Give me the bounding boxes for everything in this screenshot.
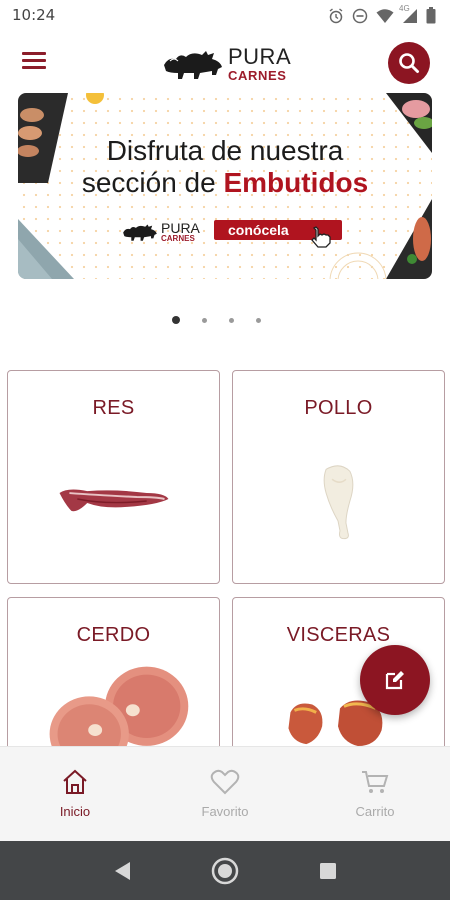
battery-icon [426, 7, 436, 29]
search-icon [399, 53, 419, 73]
home-icon [63, 769, 87, 794]
alarm-icon [328, 7, 344, 29]
chicken-leg-image [323, 465, 354, 540]
wifi-icon [376, 8, 394, 29]
promo-banner[interactable]: Disfruta de nuestra sección de Embutidos… [18, 93, 432, 279]
category-card-res[interactable]: RES [7, 370, 220, 584]
nav-label: Inicio [59, 804, 91, 819]
carousel-dot[interactable] [256, 317, 261, 323]
sea-salt-image [18, 219, 74, 279]
beef-cut-image [59, 489, 169, 512]
brand-title: PURA [228, 44, 292, 69]
carousel-dot[interactable] [229, 317, 234, 323]
category-label: POLLO [304, 397, 373, 419]
hamburger-icon [22, 52, 46, 55]
banner-logo: PURA CARNES [122, 221, 200, 243]
recents-button[interactable] [308, 851, 348, 891]
decor-circle-icon [86, 93, 104, 104]
system-nav-bar [0, 841, 450, 900]
nav-label: Favorito [201, 804, 249, 819]
nav-item-inicio[interactable]: Inicio [0, 747, 150, 841]
banner-subheadline: sección de Embutidos [18, 167, 432, 199]
carousel-dot[interactable] [172, 316, 180, 324]
brand-logo: PURA CARNES [162, 44, 291, 84]
app-bar: PURA CARNES [0, 32, 450, 92]
nav-label: Carrito [355, 804, 395, 819]
animals-logo-icon [164, 51, 222, 79]
status-icons: 4G [328, 4, 436, 29]
back-button[interactable] [102, 851, 142, 891]
category-label: RES [92, 397, 135, 419]
carousel-dot[interactable] [202, 317, 207, 323]
edit-icon [385, 671, 404, 690]
banner-logo-title: PURA [161, 220, 200, 236]
banner-animals-logo-icon [123, 224, 157, 241]
home-button[interactable] [205, 851, 245, 891]
brand-subtitle: CARNES [228, 68, 287, 83]
banner-highlight: Embutidos [223, 167, 369, 198]
back-icon [114, 861, 130, 880]
recents-icon [320, 862, 337, 879]
nav-item-carrito[interactable]: Carrito [300, 747, 450, 841]
cart-icon [362, 771, 389, 793]
status-bar: 10:24 4G [0, 0, 450, 32]
search-button[interactable] [388, 42, 430, 84]
edit-fab-button[interactable] [360, 645, 430, 715]
banner-headline: Disfruta de nuestra [106, 135, 344, 166]
bottom-nav: Inicio Favorito Carrito [0, 746, 450, 841]
category-card-pollo[interactable]: POLLO [232, 370, 445, 584]
pointer-hand-icon [311, 226, 331, 248]
network-type: 4G [399, 3, 410, 13]
carousel-indicator [172, 316, 261, 324]
category-label: VISCERAS [286, 624, 391, 646]
status-time: 10:24 [12, 6, 56, 24]
nav-item-favorito[interactable]: Favorito [150, 747, 300, 841]
banner-logo-subtitle: CARNES [161, 234, 195, 243]
signal-icon: 4G [399, 4, 418, 29]
dnd-icon [352, 8, 368, 29]
category-label: CERDO [76, 624, 151, 646]
heart-icon [210, 769, 240, 795]
home-circle-icon [211, 857, 239, 884]
banner-subheadline-prefix: sección de [81, 167, 224, 198]
menu-button[interactable] [22, 48, 52, 76]
